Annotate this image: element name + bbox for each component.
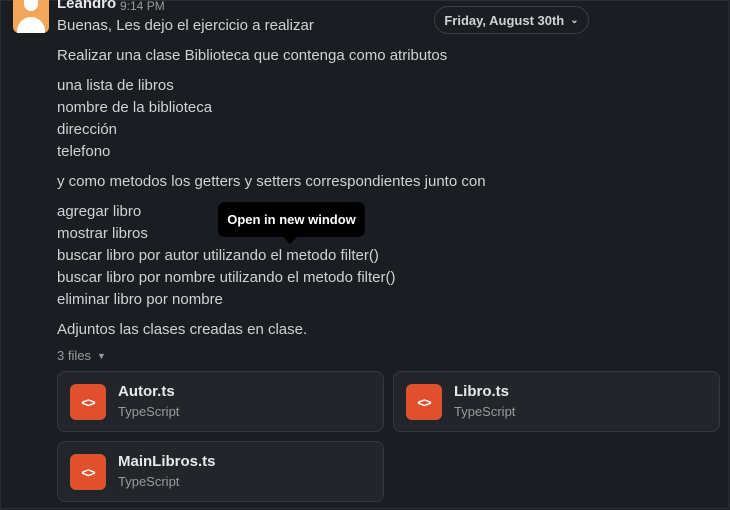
files-toggle[interactable]: 3 files ▼ — [57, 348, 106, 363]
file-type: TypeScript — [454, 404, 516, 419]
message-line: una lista de libros — [57, 77, 174, 94]
message-timestamp[interactable]: 9:14 PM — [120, 0, 165, 13]
file-type: TypeScript — [118, 474, 180, 489]
date-divider-label: Friday, August 30th — [444, 12, 565, 28]
files-count-label: 3 files — [57, 348, 91, 363]
message-line: telefono — [57, 143, 111, 160]
open-in-new-window-tooltip: Open in new window — [218, 202, 365, 237]
message-line: dirección — [57, 121, 118, 138]
message-line: mostrar libros — [57, 225, 148, 242]
file-name: MainLibros.ts — [118, 453, 216, 470]
message-line: Realizar una clase Biblioteca que conten… — [57, 47, 448, 64]
message-line: buscar libro por autor utilizando el met… — [57, 247, 379, 264]
avatar[interactable] — [13, 0, 49, 33]
file-card-mainlibros[interactable]: <> MainLibros.ts TypeScript — [57, 441, 384, 502]
message-line: buscar libro por nombre utilizando el me… — [57, 269, 396, 286]
message-line: nombre de la biblioteca — [57, 99, 213, 116]
sender-name[interactable]: Leandro — [57, 0, 116, 12]
code-file-icon: <> — [406, 384, 442, 420]
code-file-icon: <> — [70, 384, 106, 420]
avatar-body — [17, 17, 45, 33]
message-line: Adjuntos las clases creadas en clase. — [57, 321, 308, 338]
date-divider-button[interactable]: Friday, August 30th ⌄ — [434, 6, 589, 34]
message-line: eliminar libro por nombre — [57, 291, 223, 308]
message-line: Buenas, Les dejo el ejercicio a realizar — [57, 17, 314, 34]
code-file-icon: <> — [70, 454, 106, 490]
file-card-libro[interactable]: <> Libro.ts TypeScript — [393, 371, 720, 432]
caret-down-icon: ▼ — [96, 350, 106, 361]
file-type: TypeScript — [118, 404, 180, 419]
message-line: agregar libro — [57, 203, 142, 220]
message-line: y como metodos los getters y setters cor… — [57, 173, 486, 190]
avatar-head — [24, 0, 38, 11]
chevron-down-icon: ⌄ — [570, 14, 579, 26]
file-name: Libro.ts — [454, 383, 509, 400]
file-card-autor[interactable]: <> Autor.ts TypeScript — [57, 371, 384, 432]
file-name: Autor.ts — [118, 383, 175, 400]
